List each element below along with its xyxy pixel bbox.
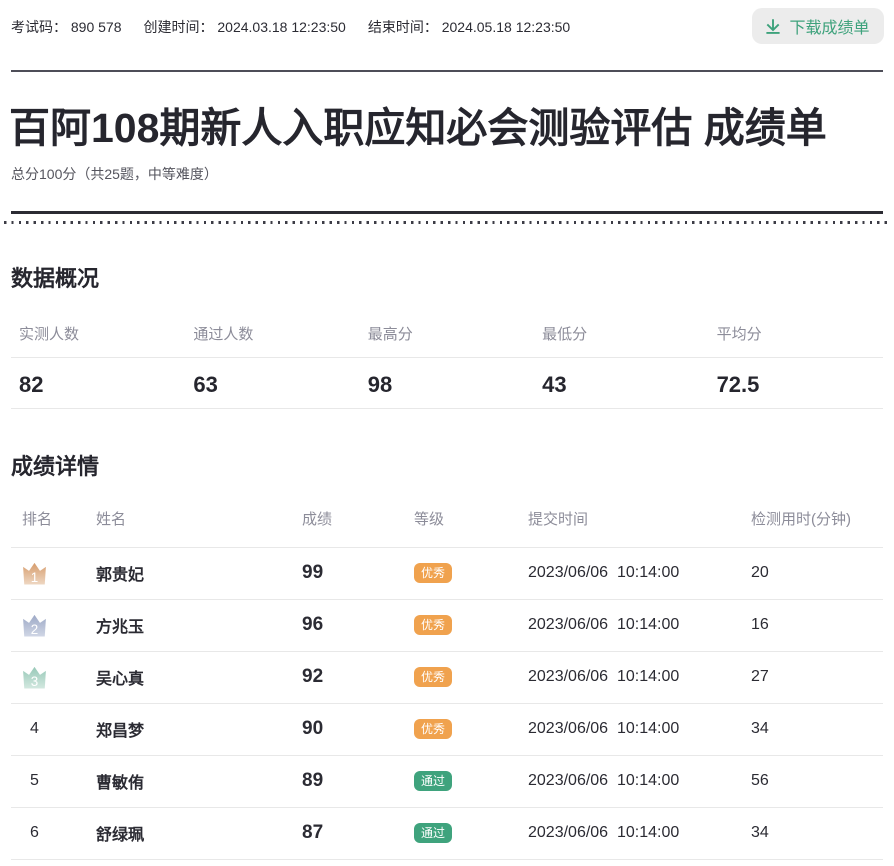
svg-text:3: 3 <box>31 673 38 688</box>
svg-text:1: 1 <box>31 569 38 584</box>
svg-text:2: 2 <box>31 621 38 636</box>
